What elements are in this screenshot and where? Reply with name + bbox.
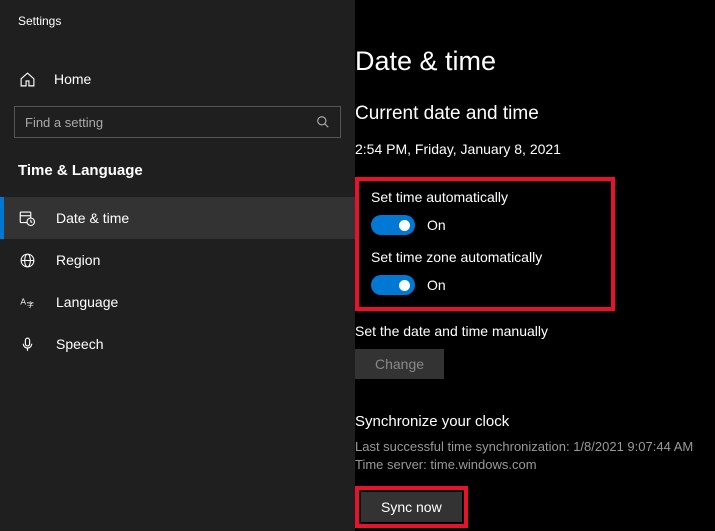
- category-title: Time & Language: [0, 138, 355, 197]
- sync-section: Synchronize your clock Last successful t…: [355, 413, 715, 528]
- home-label: Home: [54, 71, 91, 87]
- auto-zone-state: On: [427, 277, 446, 293]
- language-icon: A 字: [18, 293, 36, 311]
- sidebar: Settings Home Time & Language Date & tim: [0, 0, 355, 531]
- window-title: Settings: [0, 0, 355, 38]
- content-pane: Date & time Current date and time 2:54 P…: [355, 0, 715, 531]
- auto-zone-label: Set time zone automatically: [371, 249, 599, 265]
- sync-info: Last successful time synchronization: 1/…: [355, 438, 715, 474]
- nav-item-label: Speech: [56, 336, 103, 352]
- sync-now-button[interactable]: Sync now: [361, 492, 462, 522]
- change-button: Change: [355, 349, 444, 379]
- nav-item-label: Region: [56, 252, 100, 268]
- manual-label: Set the date and time manually: [355, 323, 715, 339]
- sync-title: Synchronize your clock: [355, 413, 715, 430]
- search-icon: [316, 115, 330, 129]
- auto-time-label: Set time automatically: [371, 189, 599, 205]
- nav-item-label: Date & time: [56, 210, 129, 226]
- auto-zone-toggle[interactable]: [371, 275, 415, 295]
- sync-server: Time server: time.windows.com: [355, 456, 715, 474]
- auto-zone-section: Set time zone automatically On: [371, 249, 599, 295]
- globe-icon: [18, 251, 36, 269]
- auto-time-toggle[interactable]: [371, 215, 415, 235]
- microphone-icon: [18, 335, 36, 353]
- highlight-sync-button: Sync now: [355, 486, 468, 528]
- highlight-auto-settings: Set time automatically On Set time zone …: [355, 177, 615, 311]
- search-input[interactable]: [25, 115, 316, 130]
- calendar-clock-icon: [18, 209, 36, 227]
- svg-text:A: A: [20, 296, 26, 306]
- nav-speech[interactable]: Speech: [0, 323, 355, 365]
- nav-region[interactable]: Region: [0, 239, 355, 281]
- search-box[interactable]: [14, 106, 341, 138]
- auto-time-state: On: [427, 217, 446, 233]
- nav-date-time[interactable]: Date & time: [0, 197, 355, 239]
- sync-last: Last successful time synchronization: 1/…: [355, 438, 715, 456]
- datetime-display: 2:54 PM, Friday, January 8, 2021: [355, 141, 715, 157]
- svg-text:字: 字: [26, 299, 33, 308]
- home-nav[interactable]: Home: [0, 60, 355, 98]
- auto-time-section: Set time automatically On: [371, 189, 599, 235]
- nav-language[interactable]: A 字 Language: [0, 281, 355, 323]
- nav-item-label: Language: [56, 294, 118, 310]
- page-title: Date & time: [355, 46, 715, 77]
- home-icon: [18, 70, 36, 88]
- section-current-time: Current date and time: [355, 103, 715, 125]
